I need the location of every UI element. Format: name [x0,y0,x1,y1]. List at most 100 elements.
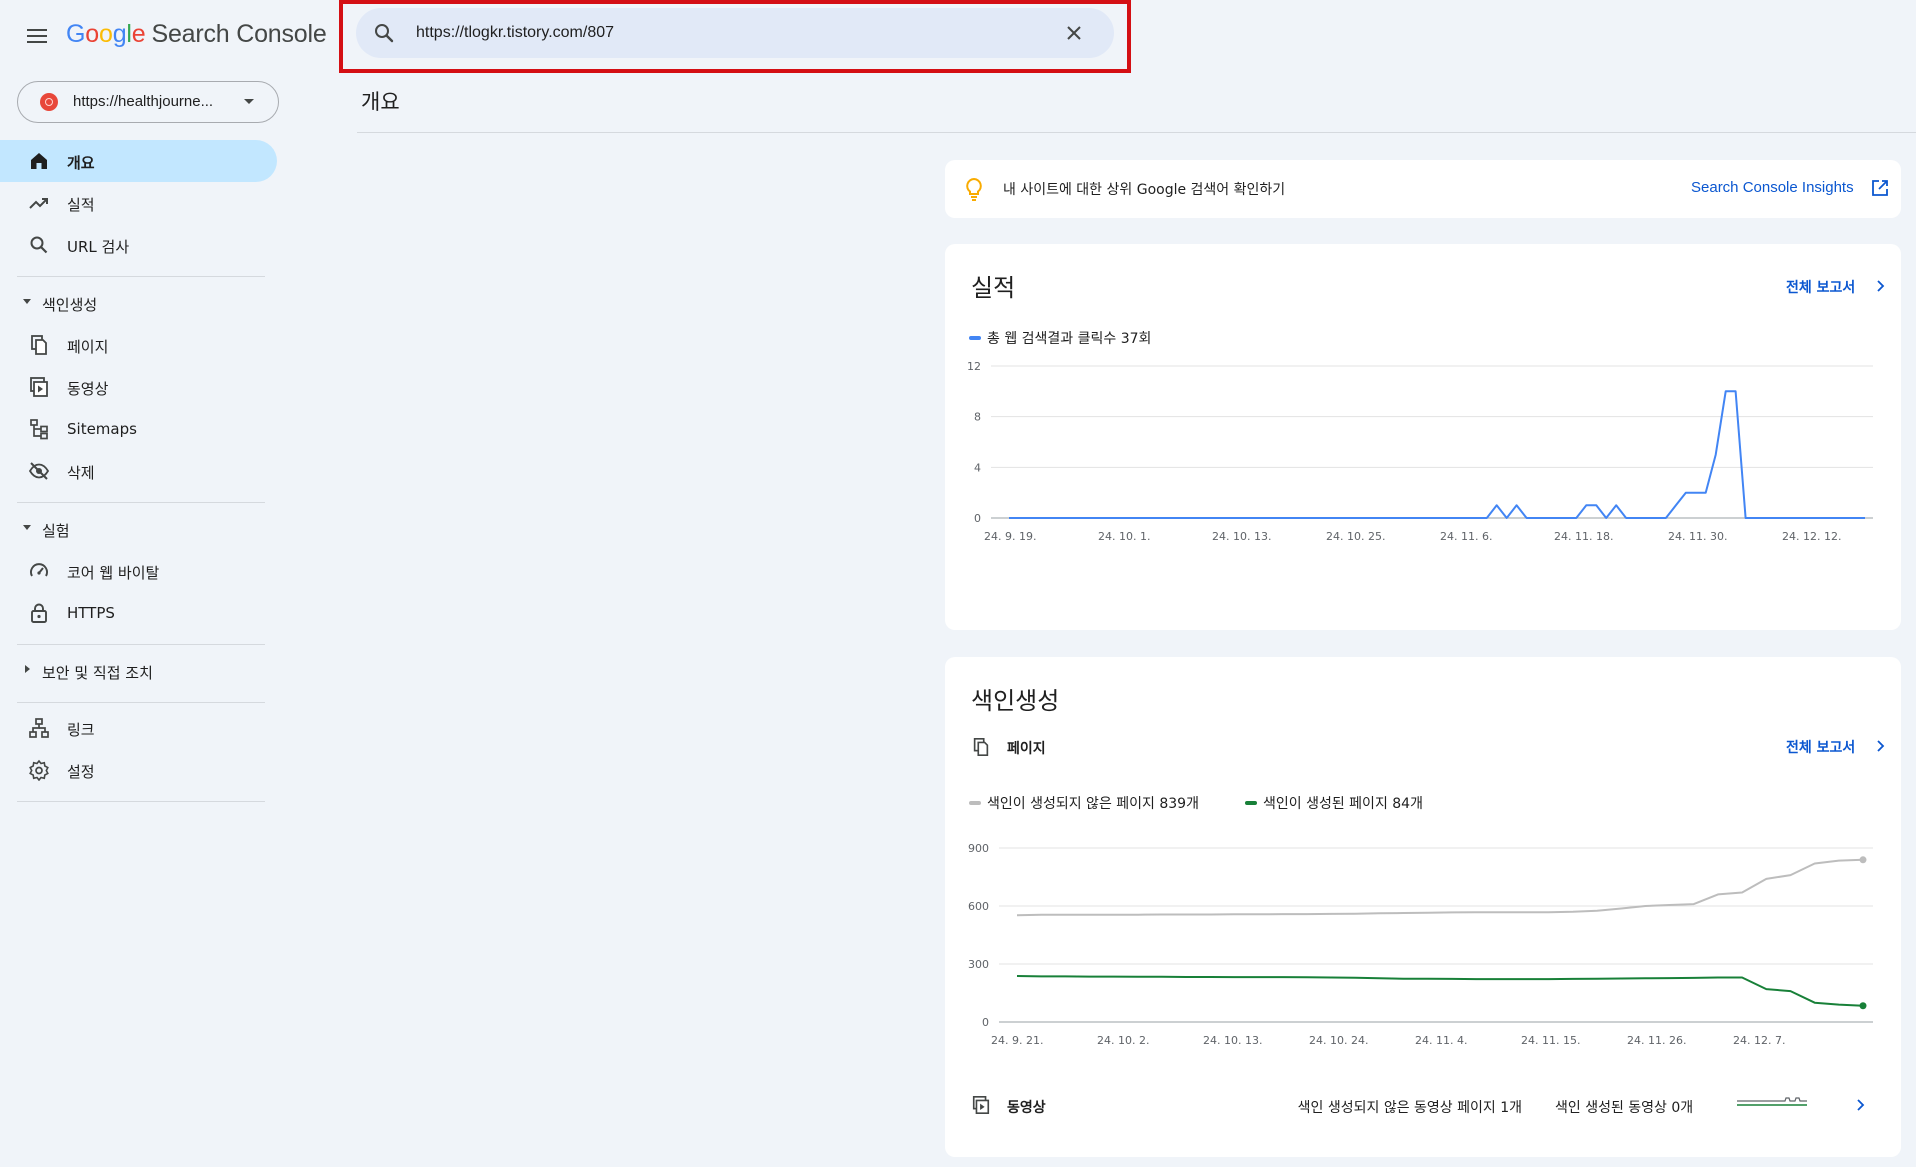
y-tick-label: 0 [974,512,981,525]
x-tick-label: 24. 10. 13. [1203,1034,1262,1047]
sidebar-item-https[interactable]: HTTPS [0,592,277,634]
sidebar-item-video-pages[interactable]: 동영상 [0,366,277,408]
property-label: https://healthjourne... [73,93,214,110]
x-tick-label: 24. 12. 7. [1733,1034,1785,1047]
main-menu-button[interactable] [20,18,56,54]
top-bar: Go o g l e Search Console [0,0,1916,73]
site-favicon [40,93,58,111]
indexing-full-report-link[interactable]: 전체 보고서 [1786,737,1855,757]
x-tick-label: 24. 10. 1. [1098,530,1150,543]
y-tick-label: 300 [968,958,989,971]
collapse-arrow-icon [23,299,31,304]
y-tick-label: 4 [974,461,981,474]
settings-icon [29,759,49,781]
y-tick-label: 0 [982,1016,989,1029]
x-tick-label: 24. 10. 13. [1212,530,1271,543]
sidebar-item-overview[interactable]: 개요 [0,140,277,182]
search-highlight-box [339,0,1131,73]
sidebar-item-settings[interactable]: 설정 [0,749,277,791]
y-tick-label: 600 [968,900,989,913]
series-line-0 [1009,390,1865,519]
series-end-point [1859,1002,1867,1010]
search-console-insights-link[interactable]: Search Console Insights [1691,179,1854,196]
sidebar-item-performance[interactable]: 실적 [0,182,277,224]
sidebar-item-sitemaps[interactable]: Sitemaps [0,408,277,450]
performance-title: 실적 [971,274,1016,302]
y-tick-label: 12 [967,360,981,373]
indexing-pages-label: 페이지 [1007,741,1046,757]
expand-arrow-icon [25,665,30,673]
series-end-point [1859,856,1867,864]
indexed-legend: 색인이 생성된 페이지 84개 [1245,793,1423,813]
sidebar-item-url-inspection[interactable]: URL 검사 [0,224,277,266]
title-divider [357,132,1916,133]
performance-card: 실적 전체 보고서 총 웹 검색결과 클릭수 37회 0 4 8 12 24. 9. 1… [945,244,1901,630]
sidebar-divider [17,702,265,703]
chevron-right-icon[interactable] [1853,1098,1867,1112]
sitemap-icon [30,419,48,440]
google-search-console-logo[interactable]: Go o g l e Search Console [66,18,327,50]
sidebar-section-experience[interactable]: 실험 [0,513,277,547]
clicks-legend: 총 웹 검색결과 클릭수 37회 [969,328,1151,348]
chevron-right-icon[interactable] [1873,739,1887,753]
x-tick-label: 24. 11. 4. [1415,1034,1467,1047]
y-tick-label: 8 [974,411,981,424]
x-tick-label: 24. 11. 30. [1668,530,1727,543]
clicks-chart: 0 4 8 12 24. 9. 19. 24. 10. 1. 24. 10. 13. 24. … [967,360,1873,543]
y-tick-label: 900 [968,842,989,855]
x-tick-label: 24. 11. 15. [1521,1034,1580,1047]
pages-icon [31,335,47,355]
open-in-new-icon[interactable] [1871,179,1889,197]
home-icon [31,153,47,169]
trending-up-icon [29,198,48,209]
video-not-indexed-stat: 색인 생성되지 않은 동영상 페이지 1개 [1297,1100,1522,1116]
sidebar-divider [17,801,265,802]
chevron-right-icon[interactable] [1873,279,1887,293]
x-tick-label: 24. 10. 2. [1097,1034,1149,1047]
links-icon [29,718,49,738]
insights-prompt: 내 사이트에 대한 상위 Google 검색어 확인하기 [1003,182,1286,198]
indexing-chart: 0 300 600 900 24. 9. 21. 24. 10. 2. 24. 10. 13… [968,842,1873,1047]
menu-icon [27,29,47,43]
indexed-swatch [1245,801,1257,805]
product-name: Search Console [151,19,327,48]
sidebar-section-indexing[interactable]: 색인생성 [0,287,277,321]
sidebar-item-pages[interactable]: 페이지 [0,324,277,366]
search-icon [30,236,48,254]
x-tick-label: 24. 10. 24. [1309,1034,1368,1047]
indexing-title: 색인생성 [971,687,1060,715]
x-tick-label: 24. 9. 21. [991,1034,1043,1047]
indexing-card: 색인생성 페이지 전체 보고서 색인이 생성되지 않은 페이지 839개 색인이… [945,657,1901,1157]
sidebar-divider [17,276,265,277]
sidebar-section-security[interactable]: 보안 및 직접 조치 [0,655,277,689]
video-indexed-stat: 색인 생성된 동영상 0개 [1555,1100,1694,1116]
video-sparkline [1737,1097,1807,1106]
dropdown-arrow-icon [244,99,254,104]
video-pages-icon [972,1096,990,1114]
pages-icon [973,738,989,756]
video-pages-icon [30,377,48,397]
insights-banner: 내 사이트에 대한 상위 Google 검색어 확인하기 Search Cons… [945,160,1901,218]
not-indexed-swatch [969,801,981,805]
visibility-off-icon [28,462,50,480]
property-selector[interactable]: https://healthjourne... [17,81,279,123]
sidebar-item-links[interactable]: 링크 [0,707,277,749]
lock-icon [31,603,47,623]
not-indexed-legend: 색인이 생성되지 않은 페이지 839개 [969,793,1199,813]
series-line-0 [1016,858,1864,917]
sidebar-divider [17,502,265,503]
x-tick-label: 24. 11. 26. [1627,1034,1686,1047]
collapse-arrow-icon [23,525,31,530]
x-tick-label: 24. 11. 6. [1440,530,1492,543]
performance-full-report-link[interactable]: 전체 보고서 [1786,277,1855,297]
x-tick-label: 24. 10. 25. [1326,530,1385,543]
speed-icon [30,563,48,577]
video-label: 동영상 [1007,1100,1046,1116]
x-tick-label: 24. 11. 18. [1554,530,1613,543]
sidebar-divider [17,644,265,645]
series-line-1 [1016,975,1864,1007]
sidebar-item-removals[interactable]: 삭제 [0,450,277,492]
sidebar-item-core-web-vitals[interactable]: 코어 웹 바이탈 [0,550,277,592]
x-tick-label: 24. 12. 12. [1782,530,1841,543]
video-indexing-row[interactable]: 동영상 색인 생성되지 않은 동영상 페이지 1개 색인 생성된 동영상 0개 [945,1077,1901,1133]
